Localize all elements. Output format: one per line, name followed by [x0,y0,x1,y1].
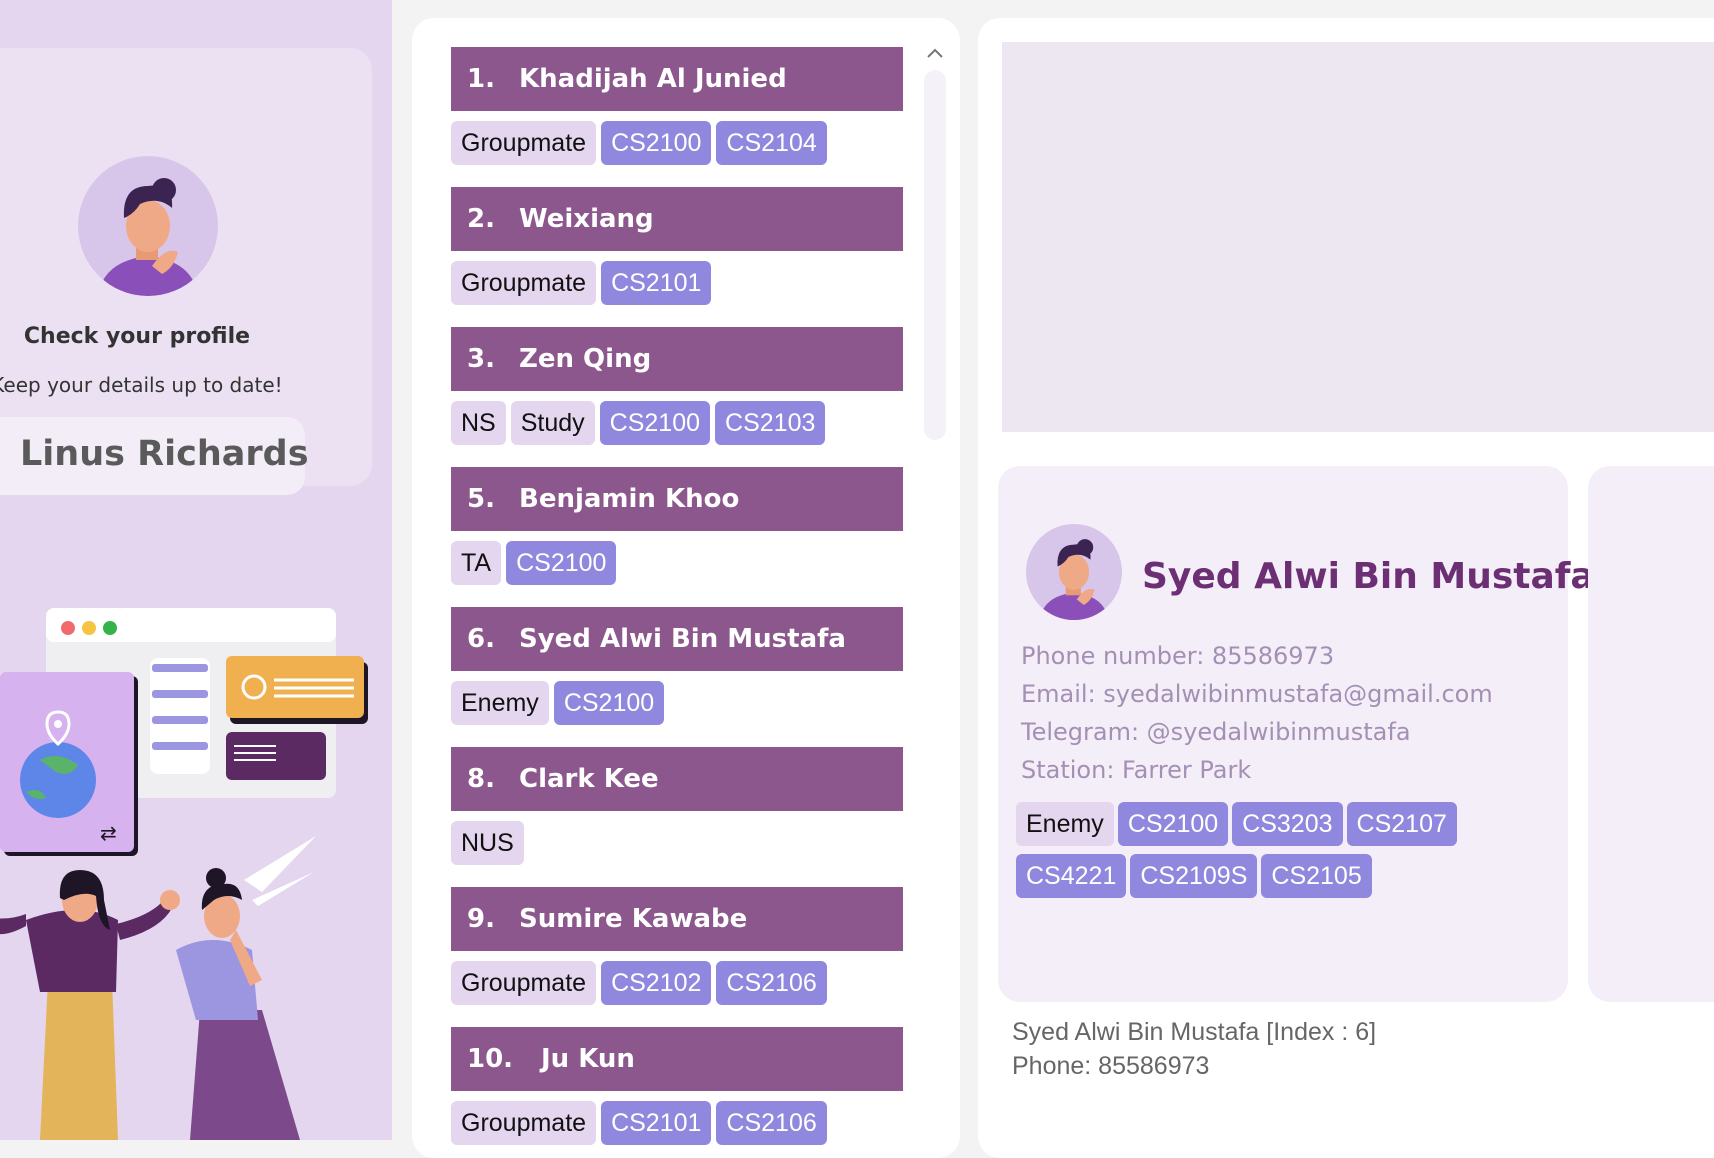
module-tag: CS2106 [716,1101,827,1145]
contact-name: Weixiang [519,204,654,234]
contact-name: Syed Alwi Bin Mustafa [519,624,846,654]
detail-telegram: Telegram: @syedalwibinmustafa [1021,718,1411,746]
detail-tags: Enemy CS2100 CS3203 CS2107 CS4221 CS2109S CS21… [1016,802,1516,906]
module-tag: CS2101 [601,261,712,305]
tag: Enemy [451,681,549,725]
status-phone: Phone: 85586973 [1012,1052,1210,1080]
tag: NUS [451,821,524,865]
contact-tags: NUS [451,821,903,865]
contact-tags: Enemy CS2100 [451,681,903,725]
contact-header[interactable]: 3. Zen Qing [451,327,903,391]
scrollbar-track[interactable] [924,70,946,440]
module-tag: CS2105 [1261,854,1372,898]
contact-detail-card: Syed Alwi Bin Mustafa Phone number: 8558… [998,466,1595,1002]
contact-header[interactable]: 8. Clark Kee [451,747,903,811]
module-tag: CS2100 [601,121,712,165]
tag: Groupmate [451,261,597,305]
tag: TA [451,541,502,585]
tag: Groupmate [451,121,597,165]
detail-phone: Phone number: 85586973 [1021,642,1335,670]
module-tag: CS2100 [506,541,617,585]
module-tag: CS3203 [1232,802,1343,846]
contact-card[interactable]: 1. Khadijah Al Junied Groupmate CS2100 CS21… [451,47,903,165]
contact-name: Zen Qing [519,344,652,374]
module-tag: CS2107 [1346,802,1457,846]
profile-avatar [78,156,218,296]
contact-tags: Groupmate CS2102 CS2106 [451,961,903,1005]
module-tag: CS2104 [716,121,827,165]
profile-heading: Check your profile [23,324,251,349]
contact-index: 8. [467,764,495,794]
module-tag: CS2100 [599,401,711,445]
module-tag: CS2100 [553,681,665,725]
sidebar: Check your profile Keep your details up … [0,0,392,1140]
contact-name: Sumire Kawabe [519,904,748,934]
contact-index: 5. [467,484,495,514]
contact-header[interactable]: 6. Syed Alwi Bin Mustafa [451,607,903,671]
decorative-illustration: ⇄ [0,608,368,1140]
contact-name: Clark Kee [519,764,659,794]
contact-header[interactable]: 1. Khadijah Al Junied [451,47,903,111]
module-tag: CS2100 [1117,802,1229,846]
contact-name: Ju Kun [541,1044,635,1074]
module-tag: CS2102 [601,961,712,1005]
module-tag: CS2103 [715,401,826,445]
contact-avatar [1026,524,1122,620]
svg-text:⇄: ⇄ [100,821,117,845]
module-tag: CS2109S [1130,854,1258,898]
status-selected-contact: Syed Alwi Bin Mustafa [Index : 6] [1012,1018,1377,1046]
contact-card[interactable]: 2. Weixiang Groupmate CS2101 [451,187,903,305]
contact-card[interactable]: 5. Benjamin Khoo TA CS2100 [451,467,903,585]
module-tag: CS2101 [601,1101,712,1145]
contact-header[interactable]: 5. Benjamin Khoo [451,467,903,531]
tag: Groupmate [451,961,597,1005]
contact-name: Benjamin Khoo [519,484,740,514]
contact-card[interactable]: 9. Sumire Kawabe Groupmate CS2102 CS2106 [451,887,903,1005]
contact-index: 3. [467,344,495,374]
contact-index: 1. [467,64,495,94]
contact-name: Khadijah Al Junied [519,64,787,94]
contact-header[interactable]: 2. Weixiang [451,187,903,251]
contact-index: 6. [467,624,495,654]
tag: Enemy [1016,802,1114,846]
contact-index: 9. [467,904,495,934]
contact-detail-panel: Syed Alwi Bin Mustafa Phone number: 8558… [978,18,1714,1158]
contact-header[interactable]: 9. Sumire Kawabe [451,887,903,951]
detail-station: Station: Farrer Park [1021,756,1252,784]
contact-card[interactable]: 6. Syed Alwi Bin Mustafa Enemy CS2100 [451,607,903,725]
scroll-up-icon[interactable] [925,44,945,64]
contact-list-panel[interactable]: 1. Khadijah Al Junied Groupmate CS2100 CS21… [412,18,960,1158]
secondary-card [1588,466,1714,1002]
profile-card[interactable]: Check your profile Keep your details up … [0,48,372,495]
contact-header[interactable]: 10. Ju Kun [451,1027,903,1091]
detail-name: Syed Alwi Bin Mustafa [1142,556,1595,597]
contact-card[interactable]: 10. Ju Kun Groupmate CS2101 CS2106 [451,1027,903,1145]
tag: Study [510,401,595,445]
map-placeholder [1002,42,1714,432]
contact-index: 2. [467,204,495,234]
contact-card[interactable]: 8. Clark Kee NUS [451,747,903,865]
contact-card[interactable]: 3. Zen Qing NS Study CS2100 CS2103 [451,327,903,445]
module-tag: CS4221 [1016,854,1127,898]
profile-user-name: Linus Richards [20,434,309,474]
contact-tags: Groupmate CS2100 CS2104 [451,121,903,165]
module-tag: CS2106 [716,961,827,1005]
contact-tags: TA CS2100 [451,541,903,585]
detail-email: Email: syedalwibinmustafa@gmail.com [1021,680,1493,708]
tag: Groupmate [451,1101,597,1145]
contact-tags: NS Study CS2100 CS2103 [451,401,903,445]
profile-subtitle: Keep your details up to date! [0,373,283,397]
tag: NS [451,401,506,445]
contact-index: 10. [467,1044,514,1074]
contact-tags: Groupmate CS2101 CS2106 [451,1101,903,1145]
contact-tags: Groupmate CS2101 [451,261,903,305]
